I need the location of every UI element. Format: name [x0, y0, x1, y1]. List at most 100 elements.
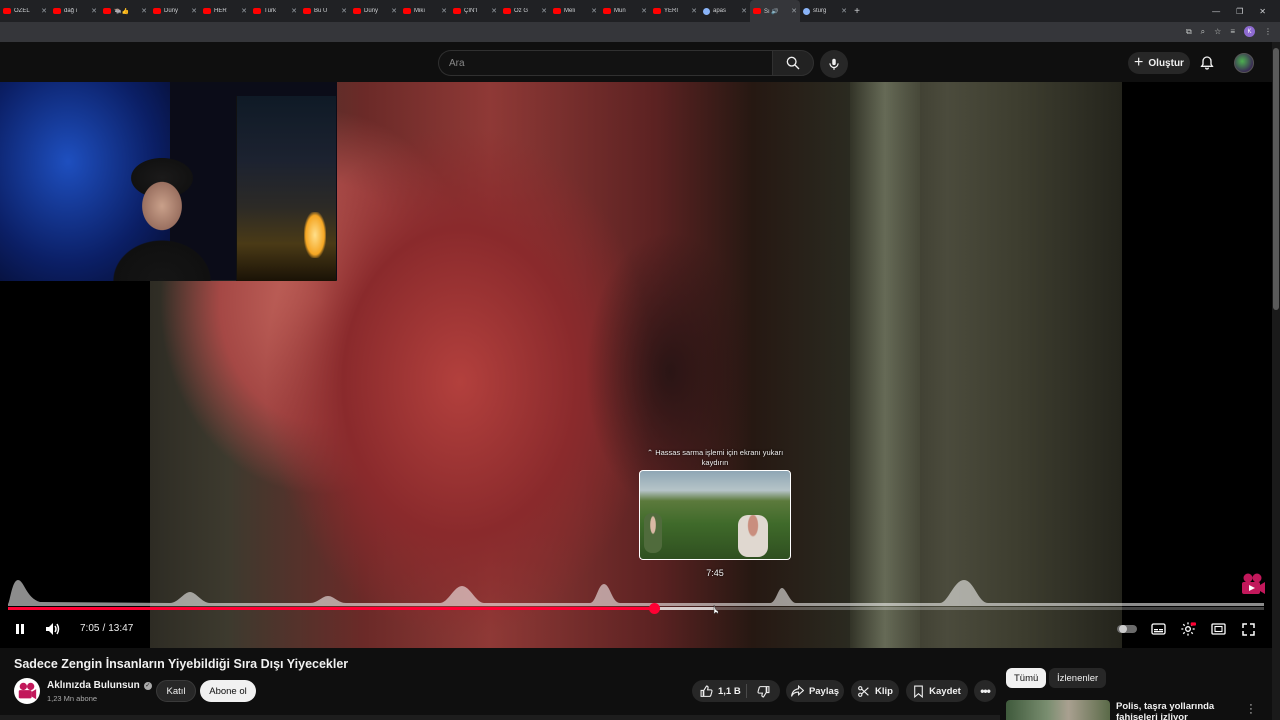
close-tab-icon[interactable]: ✕: [691, 7, 697, 15]
zoom-icon[interactable]: ⌕: [1201, 27, 1205, 37]
youtube-icon: [753, 8, 761, 14]
browser-tab[interactable]: 🐃👍 ✕: [100, 0, 150, 22]
close-tab-icon[interactable]: ✕: [741, 7, 747, 15]
close-tab-icon[interactable]: ✕: [591, 7, 597, 15]
recommendation-menu-icon[interactable]: · · ·: [1248, 700, 1254, 719]
autoplay-toggle[interactable]: [1116, 619, 1138, 639]
browser-tab[interactable]: Düny ✕: [150, 0, 200, 22]
progress-played-fill: [8, 607, 654, 610]
more-actions-button[interactable]: •••: [974, 680, 996, 702]
browser-tab-label: Meli: [564, 8, 576, 14]
browser-tab[interactable]: Mun ✕: [600, 0, 650, 22]
close-tab-icon[interactable]: ✕: [341, 7, 347, 15]
close-tab-icon[interactable]: ✕: [791, 7, 797, 15]
channel-name-link[interactable]: Aklınızda Bulunsun ✓: [47, 680, 152, 691]
channel-avatar[interactable]: [14, 678, 40, 704]
bookmark-star-icon[interactable]: ☆: [1214, 27, 1221, 36]
browser-tab[interactable]: HER ✕: [200, 0, 250, 22]
youtube-icon: [153, 8, 161, 14]
page-scrollbar[interactable]: [1272, 42, 1280, 720]
dislike-button[interactable]: [747, 685, 780, 698]
save-button[interactable]: Kaydet: [906, 680, 968, 702]
create-label: Oluştur: [1148, 57, 1184, 69]
autoplay-toggle-icon: [1117, 625, 1137, 633]
search-input[interactable]: [439, 51, 772, 75]
notifications-button[interactable]: [1198, 54, 1216, 72]
profile-avatar[interactable]: K: [1244, 26, 1255, 37]
cast-icon[interactable]: ⧉: [1186, 27, 1192, 37]
browser-tab[interactable]: Sı 🔊 ✕: [750, 0, 800, 22]
close-tab-icon[interactable]: ✕: [641, 7, 647, 15]
thumbs-down-icon: [757, 685, 770, 697]
settings-button[interactable]: [1178, 619, 1198, 639]
browser-tab[interactable]: ÇİN'İ ✕: [450, 0, 500, 22]
miniplayer-button[interactable]: [1208, 619, 1228, 639]
youtube-icon: [453, 8, 461, 14]
voice-search-button[interactable]: [820, 50, 848, 78]
video-player[interactable]: ⌃ Hassas sarma işlemi için ekranı yukarı…: [0, 82, 1272, 648]
join-button[interactable]: Katıl: [156, 680, 196, 702]
close-tab-icon[interactable]: ✕: [41, 7, 47, 15]
close-tab-icon[interactable]: ✕: [391, 7, 397, 15]
close-tab-icon[interactable]: ✕: [441, 7, 447, 15]
share-label: Paylaş: [808, 685, 840, 697]
chip-all[interactable]: Tümü: [1006, 668, 1047, 688]
browser-tab[interactable]: sturg ✕: [800, 0, 850, 22]
browser-tab-label: Öz G: [514, 8, 529, 14]
youtube-icon: [203, 8, 211, 14]
channel-logo-icon: [18, 682, 37, 700]
browser-tab[interactable]: Mikı ✕: [400, 0, 450, 22]
reading-list-icon[interactable]: ≡: [1230, 27, 1235, 36]
browser-tab[interactable]: Türk ✕: [250, 0, 300, 22]
clip-button[interactable]: Klip: [851, 680, 899, 702]
close-window-button[interactable]: ✕: [1259, 7, 1266, 16]
subtitles-button[interactable]: [1148, 619, 1168, 639]
minimize-button[interactable]: —: [1212, 7, 1220, 16]
recommendation-thumbnail[interactable]: [1006, 700, 1110, 720]
browser-toolbar: ⧉ ⌕ ☆ ≡ K ⋮: [0, 22, 1280, 42]
close-tab-icon[interactable]: ✕: [291, 7, 297, 15]
create-button[interactable]: + Oluştur: [1128, 52, 1190, 74]
browser-tab[interactable]: dağ ı ✕: [50, 0, 100, 22]
channel-name: Aklınızda Bulunsun: [47, 680, 140, 691]
chip-watched[interactable]: İzlenenler: [1049, 668, 1107, 688]
scrollbar-thumb[interactable]: [1273, 48, 1279, 310]
duration: 13:47: [108, 623, 134, 634]
subscribe-button[interactable]: Abone ol: [200, 680, 256, 702]
subscriber-count: 1,23 Mn abone: [47, 694, 98, 703]
close-tab-icon[interactable]: ✕: [141, 7, 147, 15]
scissors-icon: [858, 685, 869, 697]
browser-menu-icon[interactable]: ⋮: [1264, 27, 1272, 36]
tab-strip: ÖZEL ✕ dağ ı ✕ 🐃👍 ✕ Düny ✕ HER ✕ Türk ✕ Bu Ü ✕ Düny ✕ Mi…: [0, 0, 850, 22]
pause-button[interactable]: [10, 619, 30, 639]
volume-button[interactable]: [42, 619, 64, 639]
share-button[interactable]: Paylaş: [786, 680, 844, 702]
close-tab-icon[interactable]: ✕: [491, 7, 497, 15]
browser-tab-label: ÖZEL: [14, 8, 30, 14]
close-tab-icon[interactable]: ✕: [241, 7, 247, 15]
recommendation-title[interactable]: Polis, taşra yollarında fahişeleri izliy…: [1116, 701, 1236, 720]
browser-tab[interactable]: YERİ ✕: [650, 0, 700, 22]
browser-tab[interactable]: ÖZEL ✕: [0, 0, 50, 22]
browser-tab[interactable]: apas ✕: [700, 0, 750, 22]
browser-tab[interactable]: Bu Ü ✕: [300, 0, 350, 22]
browser-tab[interactable]: Öz G ✕: [500, 0, 550, 22]
close-tab-icon[interactable]: ✕: [841, 7, 847, 15]
progress-bar[interactable]: [8, 603, 1264, 614]
like-button[interactable]: 1,1 B: [692, 685, 746, 698]
new-tab-button[interactable]: +: [850, 6, 864, 17]
browser-tab-label: Türk: [264, 8, 276, 14]
restore-button[interactable]: ❐: [1236, 7, 1243, 16]
pause-icon: [16, 624, 24, 634]
close-tab-icon[interactable]: ✕: [541, 7, 547, 15]
browser-tab-label: Mikı: [414, 8, 425, 14]
close-tab-icon[interactable]: ✕: [191, 7, 197, 15]
progress-scrubber[interactable]: [648, 603, 660, 614]
browser-tab[interactable]: Düny ✕: [350, 0, 400, 22]
browser-tab[interactable]: Meli ✕: [550, 0, 600, 22]
fullscreen-button[interactable]: [1238, 619, 1258, 639]
account-avatar[interactable]: [1234, 53, 1254, 73]
close-tab-icon[interactable]: ✕: [91, 7, 97, 15]
youtube-masthead: + Oluştur: [0, 42, 1280, 82]
search-button[interactable]: [772, 50, 814, 76]
